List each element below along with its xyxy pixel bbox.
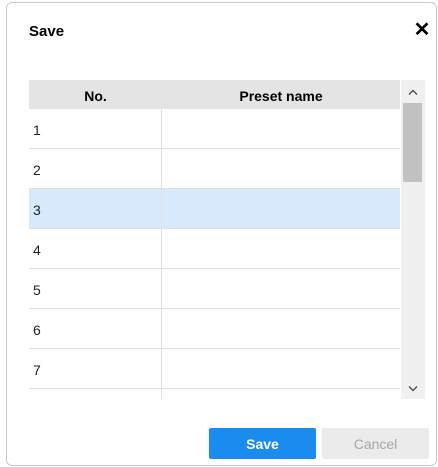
cell-preset-name [162, 189, 400, 228]
cell-no: 5 [29, 269, 162, 308]
cell-no: 2 [29, 149, 162, 188]
table-header: No. Preset name [29, 80, 400, 109]
scrollbar-thumb[interactable] [403, 103, 422, 182]
cell-preset-name [162, 149, 400, 188]
cell-no: 3 [29, 189, 162, 228]
cell-no: 4 [29, 229, 162, 268]
cancel-button[interactable]: Cancel [322, 428, 429, 459]
table-row[interactable] [29, 389, 400, 399]
cell-preset-name [162, 229, 400, 268]
table-row[interactable]: 7 [29, 349, 400, 389]
table-row[interactable]: 2 [29, 149, 400, 189]
table-row[interactable]: 5 [29, 269, 400, 309]
column-header-preset-name: Preset name [239, 88, 323, 104]
vertical-scrollbar[interactable] [401, 80, 425, 399]
cell-preset-name [162, 349, 400, 388]
chevron-up-icon[interactable] [401, 80, 425, 102]
table-row[interactable]: 1 [29, 109, 400, 149]
cell-no: 7 [29, 349, 162, 388]
table-row[interactable]: 6 [29, 309, 400, 349]
cell-no [29, 389, 162, 399]
save-button[interactable]: Save [209, 428, 316, 459]
chevron-down-icon[interactable] [401, 377, 425, 399]
cell-preset-name [162, 269, 400, 308]
table-row[interactable]: 4 [29, 229, 400, 269]
dialog-title: Save [29, 23, 65, 40]
close-icon[interactable]: ✕ [413, 20, 431, 40]
cell-no: 1 [29, 109, 162, 148]
table-body: 1 2 3 4 5 6 7 [29, 109, 400, 399]
save-dialog: Save ✕ No. Preset name 1 2 3 4 5 6 7 Sav… [6, 2, 437, 466]
cell-no: 6 [29, 309, 162, 348]
cell-preset-name [162, 389, 400, 399]
table-row-selected[interactable]: 3 [29, 189, 400, 229]
preset-table: No. Preset name 1 2 3 4 5 6 7 [29, 80, 425, 399]
cell-preset-name [162, 109, 400, 148]
cell-preset-name [162, 309, 400, 348]
column-header-no: No. [84, 88, 107, 104]
